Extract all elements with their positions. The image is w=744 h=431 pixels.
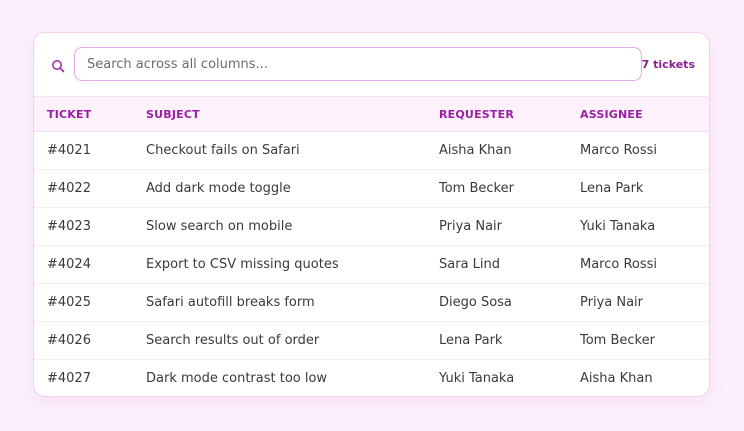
ticket-id-cell: #4026 [34,321,146,360]
ticket-id-cell: #4027 [34,359,146,396]
search-toolbar: 7 tickets [34,33,709,96]
table-header-row: TICKET SUBJECT REQUESTER ASSIGNEE [34,96,709,132]
subject-cell: Export to CSV missing quotes [146,245,439,284]
ticket-id-cell: #4025 [34,283,146,322]
requester-cell: Tom Becker [439,169,580,208]
search-icon [51,58,65,73]
table-row[interactable]: #4026 Search results out of order Lena P… [34,321,709,360]
table-row[interactable]: #4025 Safari autofill breaks form Diego … [34,283,709,322]
ticket-id-cell: #4021 [34,131,146,170]
requester-cell: Lena Park [439,321,580,360]
assignee-cell: Aisha Khan [580,359,709,396]
table-row[interactable]: #4027 Dark mode contrast too low Yuki Ta… [34,359,709,396]
table-row[interactable]: #4024 Export to CSV missing quotes Sara … [34,245,709,284]
requester-cell: Sara Lind [439,245,580,284]
ticket-id-cell: #4022 [34,169,146,208]
subject-cell: Checkout fails on Safari [146,131,439,170]
table-row[interactable]: #4022 Add dark mode toggle Tom Becker Le… [34,169,709,208]
requester-cell: Priya Nair [439,207,580,246]
assignee-cell: Lena Park [580,169,709,208]
ticket-id-cell: #4024 [34,245,146,284]
tickets-card: 7 tickets TICKET SUBJECT REQUESTER ASSIG… [33,32,710,397]
requester-cell: Diego Sosa [439,283,580,322]
subject-cell: Add dark mode toggle [146,169,439,208]
ticket-id-cell: #4023 [34,207,146,246]
column-header-subject[interactable]: SUBJECT [146,96,439,132]
assignee-cell: Yuki Tanaka [580,207,709,246]
assignee-cell: Priya Nair [580,283,709,322]
requester-cell: Yuki Tanaka [439,359,580,396]
assignee-cell: Tom Becker [580,321,709,360]
column-header-ticket[interactable]: TICKET [34,96,146,132]
subject-cell: Slow search on mobile [146,207,439,246]
assignee-cell: Marco Rossi [580,245,709,284]
requester-cell: Aisha Khan [439,131,580,170]
assignee-cell: Marco Rossi [580,131,709,170]
subject-cell: Dark mode contrast too low [146,359,439,396]
column-header-assignee[interactable]: ASSIGNEE [580,96,709,132]
tickets-table: TICKET SUBJECT REQUESTER ASSIGNEE #4021 … [34,96,709,396]
column-header-requester[interactable]: REQUESTER [439,96,580,132]
table-row[interactable]: #4023 Slow search on mobile Priya Nair Y… [34,207,709,246]
table-row[interactable]: #4021 Checkout fails on Safari Aisha Kha… [34,131,709,170]
search-input[interactable] [74,47,642,81]
subject-cell: Search results out of order [146,321,439,360]
ticket-count: 7 tickets [641,58,695,71]
subject-cell: Safari autofill breaks form [146,283,439,322]
